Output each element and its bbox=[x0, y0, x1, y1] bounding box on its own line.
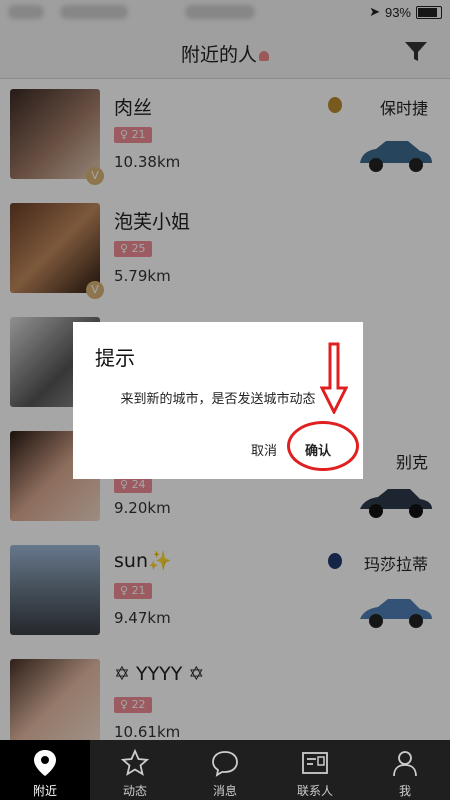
tab-nearby[interactable]: 附近 bbox=[0, 740, 90, 800]
tab-feed[interactable]: 动态 bbox=[90, 740, 180, 800]
tab-label: 联系人 bbox=[296, 784, 333, 798]
tab-contacts[interactable]: 联系人 bbox=[270, 740, 360, 800]
tab-label: 动态 bbox=[122, 784, 147, 798]
star-icon bbox=[120, 748, 150, 776]
tab-label: 附近 bbox=[32, 784, 57, 798]
contact-card-icon bbox=[302, 752, 328, 774]
dialog-title: 提示 bbox=[95, 346, 135, 370]
annotation-arrow-icon bbox=[320, 342, 348, 414]
chat-bubble-icon bbox=[212, 751, 238, 777]
cancel-button[interactable]: 取消 bbox=[251, 440, 277, 459]
location-pin-icon bbox=[34, 750, 56, 776]
tab-label: 消息 bbox=[212, 784, 237, 798]
tab-me[interactable]: 我 bbox=[360, 740, 450, 800]
person-icon bbox=[393, 751, 417, 777]
tab-label: 我 bbox=[398, 784, 411, 798]
tab-bar: 附近 动态 消息 联系人 我 bbox=[0, 740, 450, 800]
annotation-circle bbox=[287, 421, 359, 471]
tab-messages[interactable]: 消息 bbox=[180, 740, 270, 800]
